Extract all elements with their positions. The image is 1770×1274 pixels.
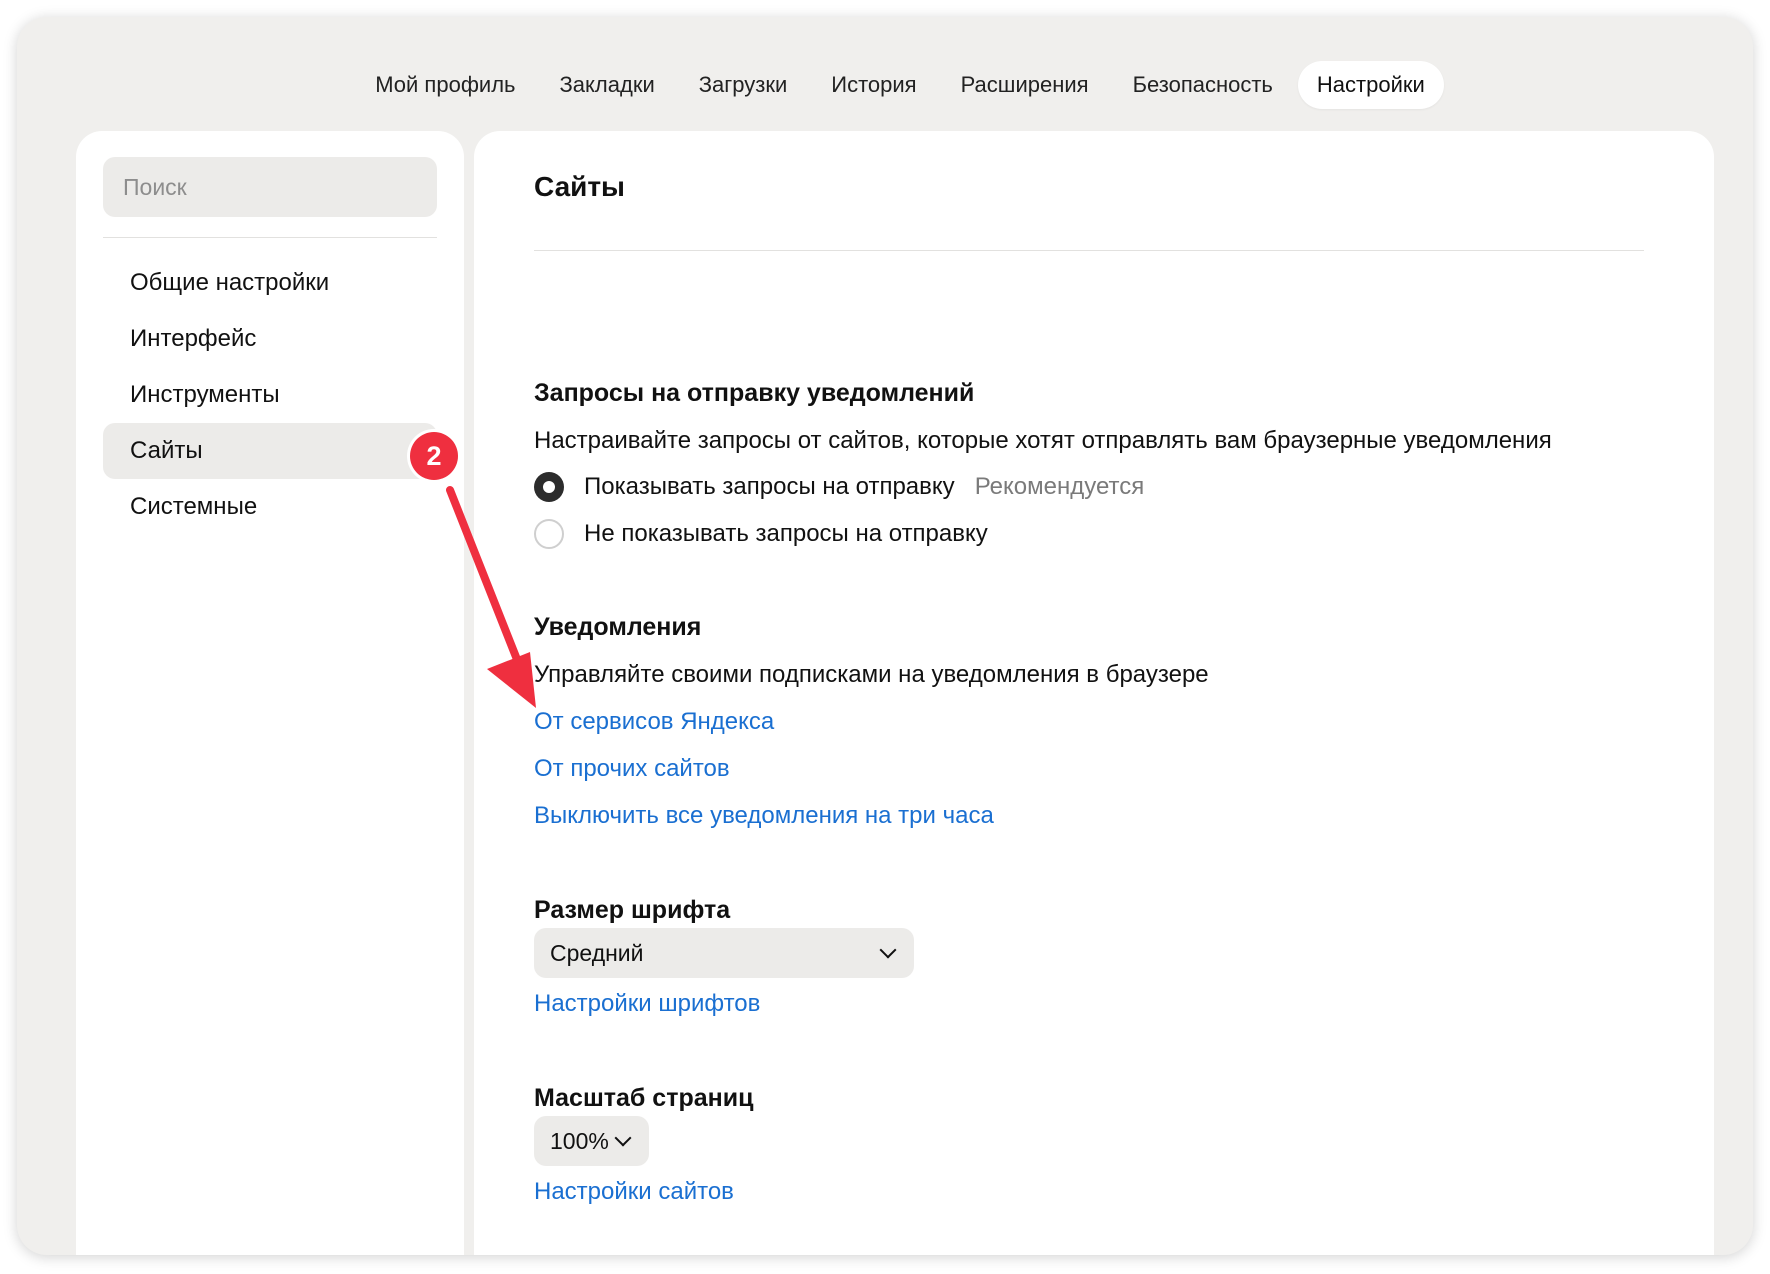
sidebar-divider	[103, 237, 437, 238]
tab-bookmarks[interactable]: Закладки	[541, 61, 674, 109]
sidebar-item-tools[interactable]: Инструменты	[103, 367, 437, 423]
font-size-value: Средний	[550, 939, 644, 966]
browser-window: Мой профиль Закладки Загрузки История Ра…	[17, 17, 1753, 1255]
search-input[interactable]	[103, 157, 437, 217]
sidebar-item-general[interactable]: Общие настройки	[103, 255, 437, 311]
chevron-down-icon	[879, 941, 897, 959]
tab-extensions[interactable]: Расширения	[942, 61, 1108, 109]
notif-requests-description: Настраивайте запросы от сайтов, которые …	[534, 427, 1552, 454]
radio-hide-label: Не показывать запросы на отправку	[584, 520, 988, 547]
settings-sidebar: Общие настройки Интерфейс Инструменты Са…	[76, 131, 464, 1255]
tab-history[interactable]: История	[812, 61, 935, 109]
page-title: Сайты	[534, 171, 625, 202]
sidebar-item-interface[interactable]: Интерфейс	[103, 311, 437, 367]
radio-unchecked-icon[interactable]	[534, 519, 564, 549]
title-divider	[534, 250, 1644, 251]
notifications-description: Управляйте своими подписками на уведомле…	[534, 661, 1209, 688]
tab-security[interactable]: Безопасность	[1114, 61, 1292, 109]
radio-show-label: Показывать запросы на отправку	[584, 473, 955, 500]
radio-hide-requests[interactable]: Не показывать запросы на отправку	[534, 519, 988, 549]
font-size-select[interactable]: Средний	[534, 928, 914, 978]
top-tabs: Мой профиль Закладки Загрузки История Ра…	[17, 61, 1753, 109]
link-yandex-services[interactable]: От сервисов Яндекса	[534, 708, 774, 736]
link-site-settings[interactable]: Настройки сайтов	[534, 1178, 734, 1206]
recommended-hint: Рекомендуется	[974, 473, 1145, 500]
settings-content: Сайты Запросы на отправку уведомлений На…	[474, 131, 1714, 1255]
notifications-heading: Уведомления	[534, 613, 702, 641]
tab-downloads[interactable]: Загрузки	[680, 61, 807, 109]
font-size-heading: Размер шрифта	[534, 896, 731, 924]
sidebar-item-system[interactable]: Системные	[103, 479, 437, 535]
tab-profile[interactable]: Мой профиль	[356, 61, 534, 109]
step-badge: 2	[410, 432, 458, 480]
radio-show-requests[interactable]: Показывать запросы на отправку Рекоменду…	[534, 472, 1144, 502]
link-font-settings[interactable]: Настройки шрифтов	[534, 990, 760, 1018]
page-zoom-select[interactable]: 100%	[534, 1116, 649, 1166]
link-other-sites[interactable]: От прочих сайтов	[534, 755, 730, 783]
page-zoom-value: 100%	[550, 1127, 609, 1154]
sidebar-item-sites[interactable]: Сайты	[103, 423, 437, 479]
notif-requests-heading: Запросы на отправку уведомлений	[534, 379, 975, 407]
link-mute-notifications[interactable]: Выключить все уведомления на три часа	[534, 802, 994, 830]
chevron-down-icon	[614, 1129, 632, 1147]
tab-settings[interactable]: Настройки	[1297, 61, 1444, 109]
radio-checked-icon[interactable]	[534, 472, 564, 502]
sidebar-nav: Общие настройки Интерфейс Инструменты Са…	[103, 255, 437, 535]
page-zoom-heading: Масштаб страниц	[534, 1084, 754, 1112]
